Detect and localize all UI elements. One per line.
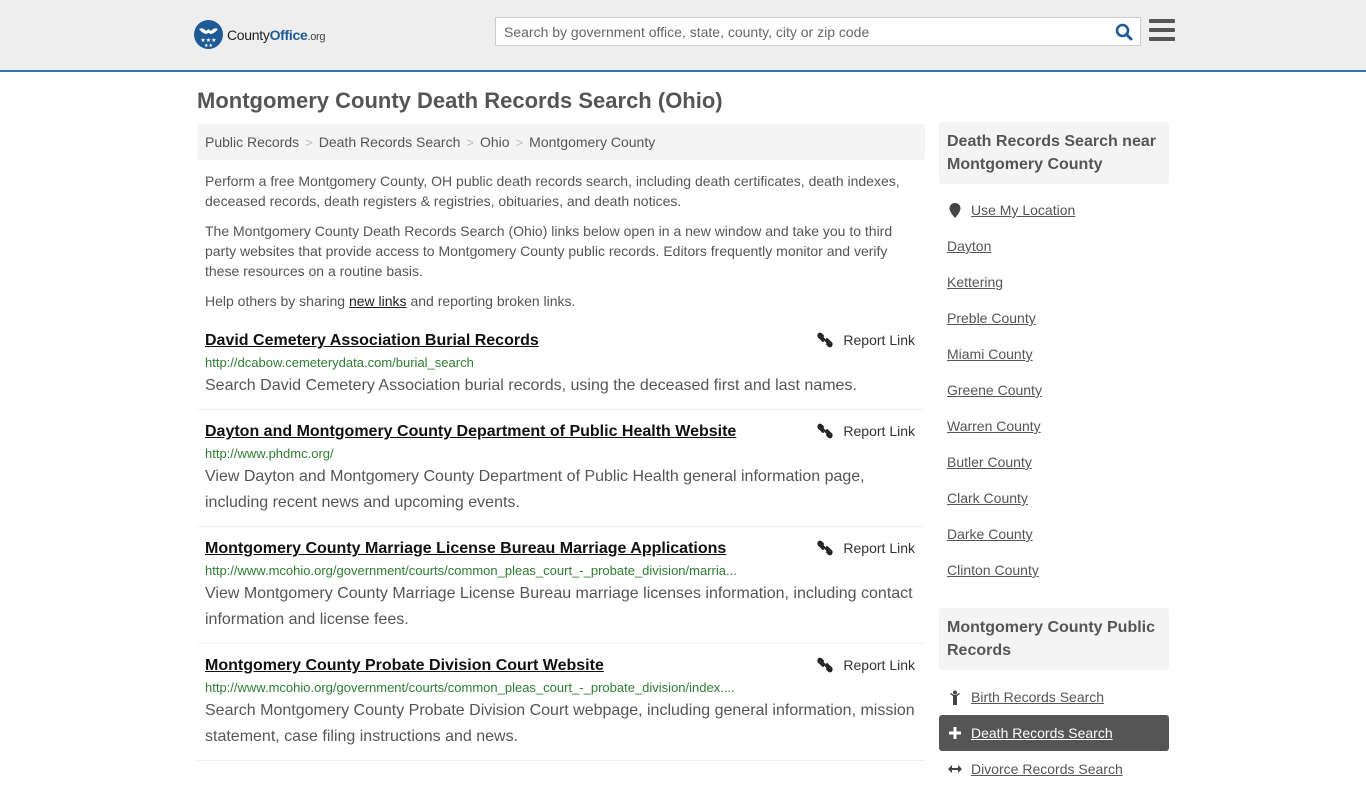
public-records-list: Birth Records Search Death Records Searc… <box>939 679 1169 787</box>
report-link-label: Report Link <box>843 423 915 439</box>
nearby-item: Miami County <box>947 336 1169 372</box>
search-bar <box>495 17 1141 46</box>
broken-link-icon <box>817 332 833 348</box>
nearby-link[interactable]: Dayton <box>947 238 991 254</box>
nearby-link[interactable]: Warren County <box>947 418 1041 434</box>
nearby-item: Clark County <box>947 480 1169 516</box>
nearby-link[interactable]: Clark County <box>947 490 1028 506</box>
breadcrumb-ohio[interactable]: Ohio <box>480 134 510 150</box>
site-logo[interactable]: ★★★ ★★ CountyOffice.org <box>194 20 326 49</box>
nearby-link[interactable]: Preble County <box>947 310 1036 326</box>
nearby-item: Dayton <box>947 228 1169 264</box>
resource-title-link[interactable]: Montgomery County Marriage License Burea… <box>205 539 726 559</box>
svg-text:★★: ★★ <box>204 43 213 49</box>
broken-link-icon <box>817 540 833 556</box>
resource-url: http://www.mcohio.org/government/courts/… <box>205 563 737 578</box>
arrows-horizontal-icon <box>947 764 963 774</box>
breadcrumb-separator: > <box>466 134 474 150</box>
plus-icon <box>947 727 963 739</box>
new-links-link[interactable]: new links <box>349 293 407 309</box>
nearby-link[interactable]: Darke County <box>947 526 1033 542</box>
death-records-link[interactable]: Death Records Search <box>971 725 1113 741</box>
report-link-button[interactable]: Report Link <box>817 332 915 348</box>
records-item: Divorce Records Search <box>947 751 1169 787</box>
breadcrumb-public-records[interactable]: Public Records <box>205 134 299 150</box>
use-my-location-link[interactable]: Use My Location <box>971 202 1075 218</box>
search-icon <box>1115 23 1133 40</box>
eagle-logo-icon: ★★★ ★★ <box>194 20 223 49</box>
resource-title-link[interactable]: David Cemetery Association Burial Record… <box>205 331 539 351</box>
logo-text: CountyOffice.org <box>227 26 326 43</box>
search-input[interactable] <box>496 18 1108 45</box>
breadcrumb-montgomery-county[interactable]: Montgomery County <box>529 134 655 150</box>
resource-title-link[interactable]: Dayton and Montgomery County Department … <box>205 422 736 442</box>
public-records-heading: Montgomery County Public Records <box>939 608 1169 670</box>
breadcrumb: Public Records > Death Records Search > … <box>197 124 925 160</box>
nearby-link[interactable]: Clinton County <box>947 562 1039 578</box>
breadcrumb-separator: > <box>515 134 524 150</box>
share-text-after: and reporting broken links. <box>406 293 576 309</box>
hamburger-line <box>1149 37 1175 41</box>
resource-list: David Cemetery Association Burial Record… <box>197 319 925 761</box>
hamburger-line <box>1149 28 1175 32</box>
nearby-item: Darke County <box>947 516 1169 552</box>
records-item: Birth Records Search <box>947 679 1169 715</box>
resource-url: http://www.mcohio.org/government/courts/… <box>205 680 735 695</box>
resource-url: http://dcabow.cemeterydata.com/burial_se… <box>205 355 474 370</box>
resource-description: Search Montgomery County Probate Divisio… <box>205 702 915 745</box>
breadcrumb-death-records-search[interactable]: Death Records Search <box>319 134 461 150</box>
intro-paragraph: The Montgomery County Death Records Sear… <box>205 223 893 279</box>
share-links-text: Help others by sharing new links and rep… <box>205 291 917 311</box>
records-item-active: Death Records Search <box>939 715 1169 751</box>
sidebar: Death Records Search near Montgomery Cou… <box>939 122 1169 787</box>
breadcrumb-separator: > <box>305 134 313 150</box>
resource-item: Dayton and Montgomery County Department … <box>197 410 925 527</box>
report-link-button[interactable]: Report Link <box>817 423 915 439</box>
resource-url: http://www.phdmc.org/ <box>205 446 334 461</box>
resource-description: Search David Cemetery Association burial… <box>205 377 857 394</box>
resource-description: View Dayton and Montgomery County Depart… <box>205 468 865 511</box>
top-bar: ★★★ ★★ CountyOffice.org <box>0 0 1366 72</box>
share-text-before: Help others by sharing <box>205 293 349 309</box>
intro-paragraph: Perform a free Montgomery County, OH pub… <box>205 173 900 209</box>
map-marker-icon <box>947 202 963 218</box>
report-link-button[interactable]: Report Link <box>817 540 915 556</box>
report-link-label: Report Link <box>843 332 915 348</box>
intro-text: Perform a free Montgomery County, OH pub… <box>197 171 925 311</box>
hamburger-icon <box>1149 19 1175 23</box>
nearby-list: Use My Location Dayton Kettering Preble … <box>939 192 1169 588</box>
resource-item: Montgomery County Marriage License Burea… <box>197 527 925 644</box>
nearby-item: Greene County <box>947 372 1169 408</box>
main-content: Public Records > Death Records Search > … <box>197 124 925 761</box>
broken-link-icon <box>817 423 833 439</box>
nearby-item: Warren County <box>947 408 1169 444</box>
use-location-item: Use My Location <box>947 192 1169 228</box>
nearby-heading: Death Records Search near Montgomery Cou… <box>939 122 1169 184</box>
nearby-item: Clinton County <box>947 552 1169 588</box>
broken-link-icon <box>817 657 833 673</box>
search-button[interactable] <box>1108 18 1140 45</box>
nearby-link[interactable]: Kettering <box>947 274 1003 290</box>
divorce-records-link[interactable]: Divorce Records Search <box>971 761 1123 777</box>
nearby-item: Preble County <box>947 300 1169 336</box>
nearby-link[interactable]: Miami County <box>947 346 1033 362</box>
birth-records-link[interactable]: Birth Records Search <box>971 689 1104 705</box>
report-link-button[interactable]: Report Link <box>817 657 915 673</box>
resource-item: David Cemetery Association Burial Record… <box>197 319 925 410</box>
resource-description: View Montgomery County Marriage License … <box>205 585 913 628</box>
menu-button[interactable] <box>1149 19 1175 43</box>
resource-item: Montgomery County Probate Division Court… <box>197 644 925 761</box>
report-link-label: Report Link <box>843 657 915 673</box>
nearby-link[interactable]: Greene County <box>947 382 1042 398</box>
nearby-item: Butler County <box>947 444 1169 480</box>
page-title: Montgomery County Death Records Search (… <box>197 88 723 113</box>
child-icon <box>947 690 963 705</box>
nearby-link[interactable]: Butler County <box>947 454 1032 470</box>
nearby-item: Kettering <box>947 264 1169 300</box>
resource-title-link[interactable]: Montgomery County Probate Division Court… <box>205 656 604 676</box>
report-link-label: Report Link <box>843 540 915 556</box>
